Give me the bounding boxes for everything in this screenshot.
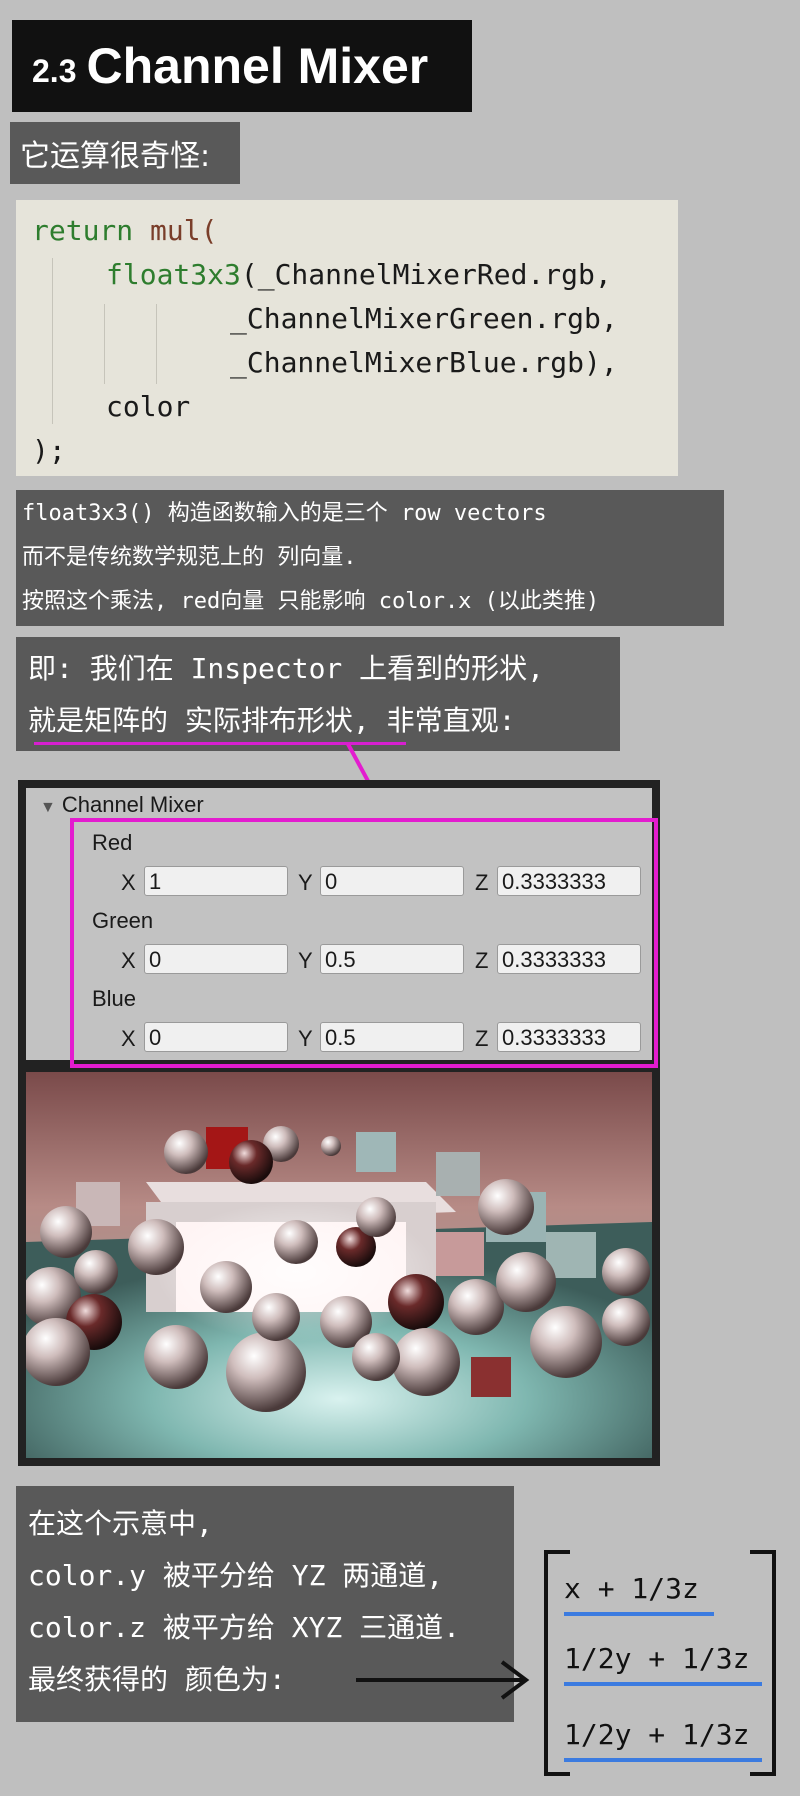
note-line: float3x3() 构造函数输入的是三个 row vectors [22,501,547,526]
callout-box: 即: 我们在 Inspector 上看到的形状, 就是矩阵的 实际排布形状, 非常… [16,637,620,751]
note-box: float3x3() 构造函数输入的是三个 row vectors 而不是传统数学… [16,490,724,626]
code-line-4: _ChannelMixerBlue.rgb), [230,346,618,379]
explain-line: color.z 被平方给 XYZ 三通道. [28,1611,461,1644]
indent-guide [104,304,105,384]
matrix-entry-z: 1/2y + 1/3z [564,1718,750,1751]
highlight-rectangle [70,818,658,1068]
code-line-2: float3x3(_ChannelMixerRed.rgb, [106,258,612,291]
note-line: 按照这个乘法, red向量 只能影响 color.x (以此类推) [22,589,600,614]
matrix-entry-x: x + 1/3z [564,1572,699,1605]
matrix-underline [564,1612,714,1616]
arrow-right-icon [356,1660,530,1700]
code-fn-float3x3: float3x3 [106,258,241,291]
foldout-header[interactable]: ▼ Channel Mixer [40,792,204,818]
section-number: 2.3 [32,52,77,89]
matrix-underline [564,1758,762,1762]
code-line-6: ); [32,434,66,467]
code-keyword-return: return [32,214,134,247]
explain-line: color.y 被平分给 YZ 两通道, [28,1559,444,1592]
callout-line-1: 即: 我们在 Inspector 上看到的形状, [28,652,545,685]
subtitle-text: 它运算很奇怪: [20,139,211,174]
callout-underline [34,742,406,745]
matrix-right-bracket [750,1550,776,1776]
subtitle-box: 它运算很奇怪: [10,122,240,184]
matrix-underline [564,1682,762,1686]
page-title: 2.3 Channel Mixer [12,20,472,112]
indent-guide [52,258,53,424]
callout-line-2: 就是矩阵的 实际排布形状, 非常直观: [28,704,516,737]
code-line-3: _ChannelMixerGreen.rgb, [230,302,618,335]
title-text: Channel Mixer [86,38,429,94]
code-block: return mul( float3x3(_ChannelMixerRed.rg… [16,200,678,476]
matrix-entry-y: 1/2y + 1/3z [564,1642,750,1675]
explain-line: 在这个示意中, [28,1507,213,1540]
code-fn-mul: mul [150,214,201,247]
scene-preview-image [26,1072,652,1458]
code-line-1: return mul( [32,214,218,247]
foldout-label: Channel Mixer [61,792,204,817]
note-line: 而不是传统数学规范上的 列向量. [22,545,357,570]
indent-guide [156,304,157,384]
code-line-5: color [106,390,191,423]
foldout-triangle-icon[interactable]: ▼ [40,799,56,816]
